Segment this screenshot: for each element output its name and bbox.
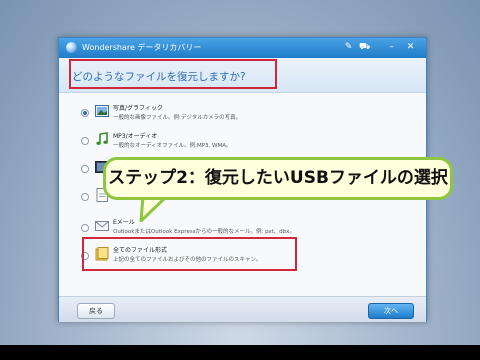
option-photo-title: 写真/グラフィック <box>113 105 163 112</box>
option-email[interactable]: Eメール OutlookまたはOutlook Expressからの一般的なメール… <box>59 212 426 238</box>
letterbox-bar <box>0 345 480 360</box>
step-callout: ステップ2：復元したいUSBファイルの選択 <box>103 157 453 200</box>
cart-icon[interactable]: ⛟ <box>359 42 370 53</box>
radio-document[interactable] <box>81 193 89 201</box>
title-bar: Wondershare データリカバリー ✎ ⛟ – ✕ <box>59 38 426 58</box>
option-audio-title: MP3/オーディオ <box>113 133 158 140</box>
back-button[interactable]: 戻る <box>77 303 115 319</box>
photo-icon <box>95 105 109 117</box>
app-title: Wondershare データリカバリー <box>82 43 202 52</box>
close-icon[interactable]: ✕ <box>405 42 416 53</box>
register-icon[interactable]: ✎ <box>343 42 354 53</box>
desktop-background: Wondershare データリカバリー ✎ ⛟ – ✕ どのようなファイルを復… <box>0 0 480 345</box>
radio-email[interactable] <box>81 224 89 232</box>
option-photo-desc: 一般的な画像ファイル。例:デジタルカメラの写真。 <box>113 115 242 121</box>
wizard-footer: 戻る 次へ <box>59 296 426 322</box>
option-audio[interactable]: MP3/オーディオ 一般的なオーディオファイル。例:MP3, WMA。 <box>59 128 426 154</box>
option-email-desc: OutlookまたはOutlook Expressからの一般的なメール。例: p… <box>113 229 295 235</box>
all-files-highlight <box>82 237 297 271</box>
option-email-title: Eメール <box>113 219 135 226</box>
app-logo-icon <box>66 42 77 53</box>
music-note-icon <box>96 132 108 145</box>
radio-video[interactable] <box>81 165 89 173</box>
radio-photo[interactable] <box>81 109 89 117</box>
email-icon <box>95 221 109 231</box>
option-photo[interactable]: 写真/グラフィック 一般的な画像ファイル。例:デジタルカメラの写真。 <box>59 100 426 126</box>
next-button[interactable]: 次へ <box>368 303 414 319</box>
option-audio-desc: 一般的なオーディオファイル。例:MP3, WMA。 <box>113 143 232 149</box>
radio-audio[interactable] <box>81 137 89 145</box>
callout-text: ステップ2：復元したいUSBファイルの選択 <box>108 168 448 188</box>
minimize-icon[interactable]: – <box>386 42 397 53</box>
question-highlight <box>69 59 277 89</box>
